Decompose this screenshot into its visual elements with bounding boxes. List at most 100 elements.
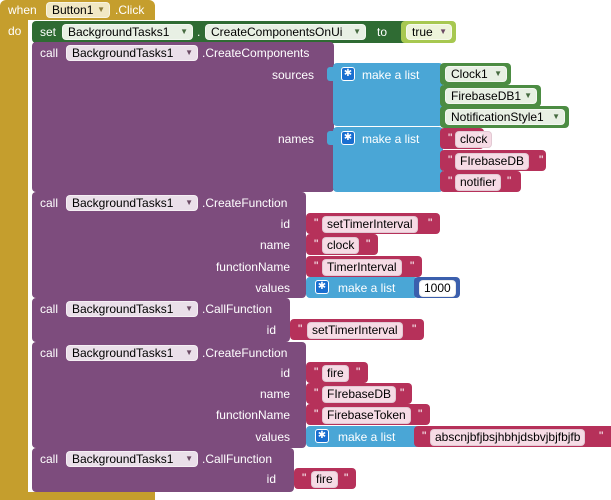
- name-text-firebasedb-fn[interactable]: FIrebaseDB: [322, 386, 397, 403]
- event-block-bottom: [0, 492, 155, 500]
- chevron-down-icon: ▼: [97, 5, 105, 14]
- id-label: id: [280, 366, 290, 380]
- call-keyword: call: [40, 452, 59, 466]
- call2-method-name: .CreateFunction: [202, 196, 288, 210]
- call3-method-name: .CallFunction: [202, 302, 273, 316]
- plug-connector: [327, 131, 333, 145]
- chevron-down-icon: ▼: [180, 27, 188, 36]
- quote-close: ": [356, 365, 361, 379]
- source-dropdown-firebasedb1[interactable]: FirebaseDB1 ▼: [445, 88, 537, 104]
- call5-component-dropdown[interactable]: BackgroundTasks1 ▼: [66, 451, 198, 467]
- id-text-settimerinterval-call[interactable]: setTimerInterval: [307, 322, 403, 339]
- chevron-down-icon: ▼: [524, 91, 532, 100]
- name-text-clock[interactable]: clock: [455, 131, 493, 148]
- quote-open: ": [314, 216, 319, 230]
- quote-close: ": [507, 174, 512, 188]
- source-dropdown-clock1[interactable]: Clock1 ▼: [445, 66, 507, 82]
- quote-open: ": [448, 153, 453, 167]
- chevron-down-icon: ▼: [185, 454, 193, 463]
- make-list-label: make a list: [362, 68, 420, 82]
- chevron-down-icon: ▼: [185, 48, 193, 57]
- quote-close: ": [400, 386, 405, 400]
- call2-component-dropdown[interactable]: BackgroundTasks1 ▼: [66, 195, 198, 211]
- quote-close: ": [344, 471, 349, 485]
- names-label: names: [277, 132, 314, 146]
- quote-close: ": [428, 216, 433, 230]
- quote-open: ": [302, 471, 307, 485]
- event-component-dropdown[interactable]: Button1 ▼: [46, 2, 110, 18]
- quote-open: ": [314, 407, 319, 421]
- call-keyword: call: [40, 196, 59, 210]
- source-dropdown-notificationstyle1[interactable]: NotificationStyle1 ▼: [445, 109, 565, 125]
- quote-open: ": [448, 174, 453, 188]
- call-keyword: call: [40, 346, 59, 360]
- id-label: id: [266, 323, 276, 337]
- gear-icon[interactable]: ✱: [315, 280, 329, 294]
- set-component-dropdown[interactable]: BackgroundTasks1 ▼: [62, 24, 193, 40]
- value-text-long[interactable]: abscnjbfjbsjhbhjdsbvjbjfbjfb: [430, 429, 586, 446]
- set-property-dropdown[interactable]: CreateComponentsOnUi ▼: [205, 24, 366, 40]
- value-number-1000[interactable]: 1000: [419, 280, 456, 297]
- values-label: values: [255, 281, 290, 295]
- quote-close: ": [418, 407, 423, 421]
- true-dropdown[interactable]: true ▼: [406, 24, 452, 40]
- call-keyword: call: [40, 302, 59, 316]
- quote-open: ": [314, 259, 319, 273]
- call-create-components-block[interactable]: [32, 42, 334, 192]
- id-label: id: [266, 472, 276, 486]
- chevron-down-icon: ▼: [552, 112, 560, 121]
- dot-separator: .: [197, 25, 201, 39]
- make-list-label: make a list: [338, 281, 396, 295]
- call1-component-dropdown[interactable]: BackgroundTasks1 ▼: [66, 45, 198, 61]
- id-text-settimerinterval[interactable]: setTimerInterval: [322, 216, 418, 233]
- quote-open: ": [422, 429, 427, 443]
- functionname-text-firebasetoken[interactable]: FirebaseToken: [322, 407, 411, 424]
- functionname-text-timerinterval[interactable]: TimerInterval: [322, 259, 402, 276]
- quote-open: ": [298, 322, 303, 336]
- make-list-label: make a list: [362, 132, 420, 146]
- gear-icon[interactable]: ✱: [341, 131, 355, 145]
- quote-close: ": [599, 429, 604, 443]
- gear-icon[interactable]: ✱: [315, 429, 329, 443]
- plug-connector: [327, 67, 333, 81]
- quote-open: ": [314, 365, 319, 379]
- sources-label: sources: [271, 68, 314, 82]
- make-list-label: make a list: [338, 430, 396, 444]
- name-label: name: [259, 387, 290, 401]
- name-text-notifier[interactable]: notifier: [455, 174, 502, 191]
- quote-close: ": [412, 322, 417, 336]
- name-text-clock-fn[interactable]: clock: [322, 237, 360, 254]
- call4-component-dropdown[interactable]: BackgroundTasks1 ▼: [66, 345, 198, 361]
- quote-close: ": [479, 131, 484, 145]
- set-keyword: set: [40, 25, 57, 39]
- chevron-down-icon: ▼: [494, 69, 502, 78]
- chevron-down-icon: ▼: [353, 27, 361, 36]
- quote-open: ": [314, 237, 319, 251]
- quote-open: ": [448, 131, 453, 145]
- call1-method-name: .CreateComponents: [202, 46, 310, 60]
- quote-open: ": [314, 386, 319, 400]
- event-name: .Click: [115, 3, 145, 17]
- chevron-down-icon: ▼: [185, 198, 193, 207]
- quote-close: ": [539, 153, 544, 167]
- id-label: id: [280, 217, 290, 231]
- name-label: name: [259, 238, 290, 252]
- values-label: values: [255, 430, 290, 444]
- id-text-fire[interactable]: fire: [322, 365, 349, 382]
- chevron-down-icon: ▼: [185, 304, 193, 313]
- functionname-label: functionName: [215, 408, 290, 422]
- to-keyword: to: [377, 25, 388, 39]
- chevron-down-icon: ▼: [439, 27, 447, 36]
- functionname-label: functionName: [215, 260, 290, 274]
- id-text-fire-call[interactable]: fire: [311, 471, 338, 488]
- call4-method-name: .CreateFunction: [202, 346, 288, 360]
- call5-method-name: .CallFunction: [202, 452, 273, 466]
- name-text-firebasedb[interactable]: FIrebaseDB: [455, 153, 530, 170]
- gear-icon[interactable]: ✱: [341, 67, 355, 81]
- quote-close: ": [410, 259, 415, 273]
- call3-component-dropdown[interactable]: BackgroundTasks1 ▼: [66, 301, 198, 317]
- call-keyword: call: [40, 46, 59, 60]
- when-keyword: when: [8, 3, 37, 17]
- do-keyword: do: [8, 24, 22, 38]
- quote-close: ": [366, 237, 371, 251]
